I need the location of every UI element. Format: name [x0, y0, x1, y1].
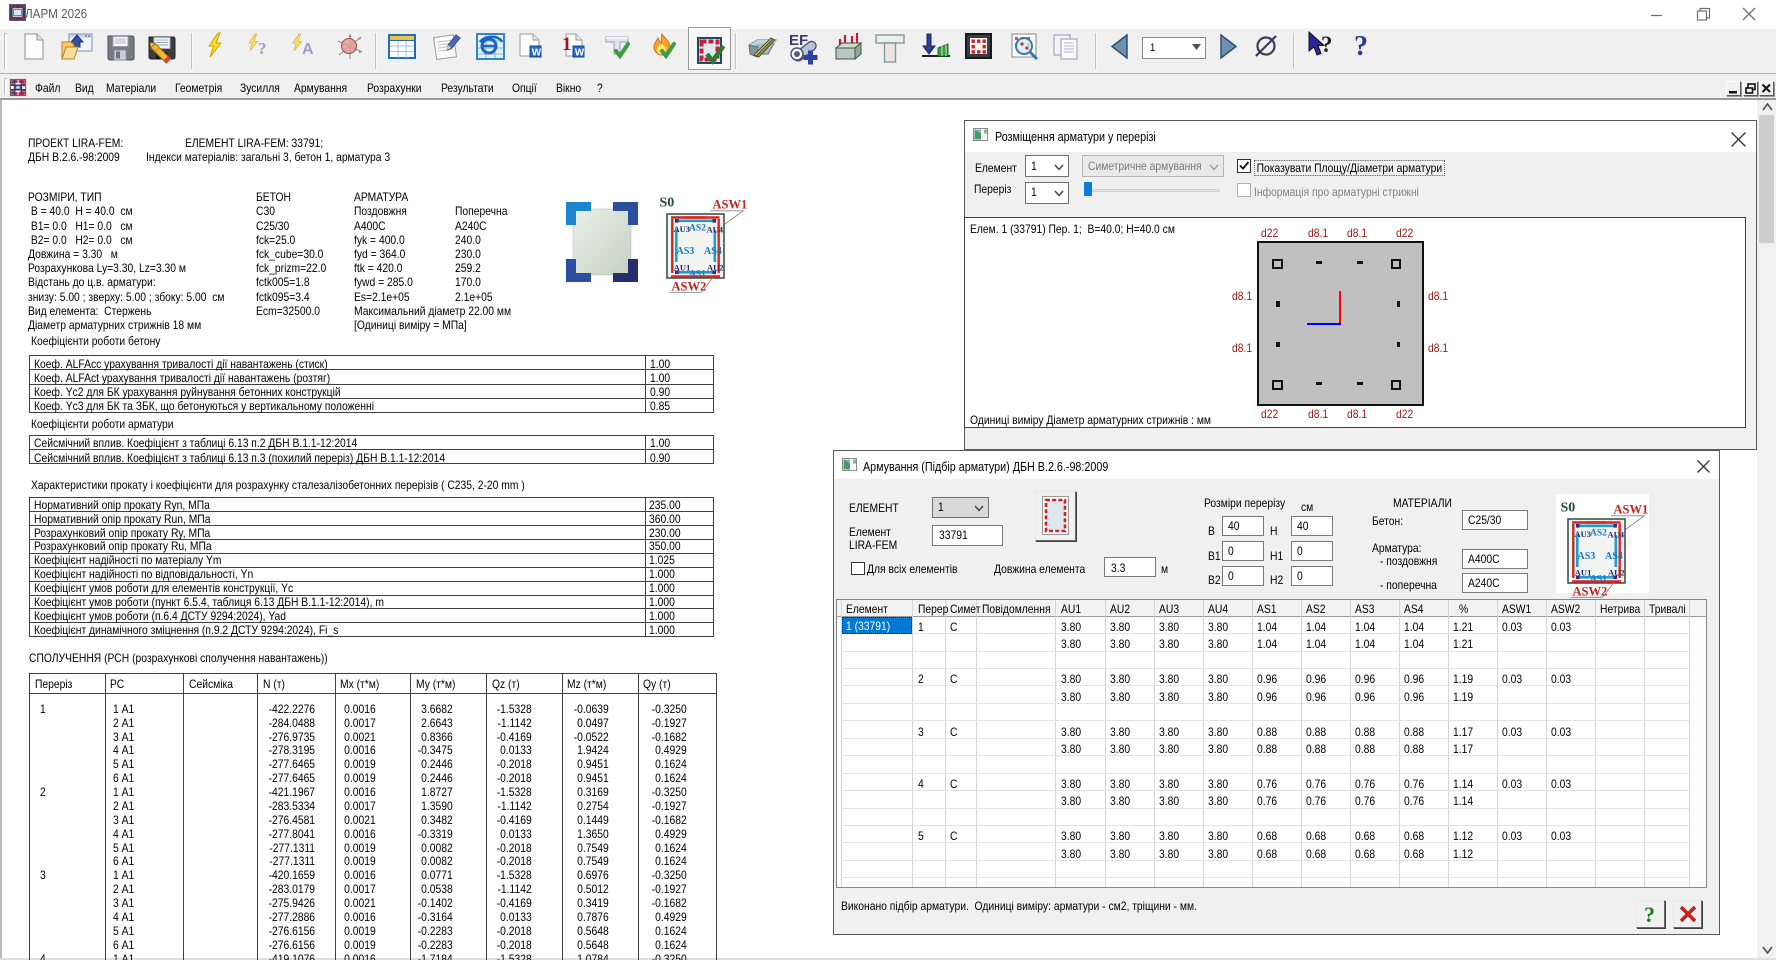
svg-text:ASW1: ASW1 [1614, 503, 1649, 517]
svg-text:W: W [575, 48, 585, 59]
svg-text:AS2: AS2 [689, 223, 706, 233]
svg-text:AU1: AU1 [674, 263, 691, 273]
svg-text:ASW1: ASW1 [713, 198, 748, 212]
svg-text:AU4: AU4 [1608, 530, 1625, 540]
svg-text:AU2: AU2 [1608, 568, 1625, 578]
svg-text:A: A [302, 41, 314, 58]
svg-text:AS4: AS4 [1605, 551, 1623, 562]
svg-text:AS3: AS3 [1578, 551, 1596, 562]
svg-text:ASW2: ASW2 [1573, 584, 1608, 598]
svg-text:AU3: AU3 [674, 224, 691, 234]
svg-text:W: W [532, 48, 542, 59]
svg-text:S0: S0 [660, 196, 675, 211]
svg-text:AU1: AU1 [1575, 568, 1592, 578]
svg-text:?: ? [1354, 31, 1368, 62]
svg-text:AS1: AS1 [689, 270, 706, 280]
svg-text:S0: S0 [1561, 501, 1576, 516]
svg-text:AU4: AU4 [707, 225, 724, 235]
svg-text:AS3: AS3 [677, 246, 695, 257]
svg-text:AU3: AU3 [1575, 529, 1592, 539]
svg-text:?: ? [1644, 902, 1655, 927]
svg-text:1: 1 [562, 34, 572, 55]
svg-text:AS4: AS4 [704, 246, 722, 257]
svg-text:AU2: AU2 [707, 263, 724, 273]
svg-text:?: ? [1321, 32, 1333, 57]
svg-text:ASW2: ASW2 [672, 279, 707, 293]
svg-text:AS1: AS1 [1590, 575, 1607, 585]
svg-text:?: ? [258, 39, 267, 58]
svg-text:AS2: AS2 [1590, 528, 1607, 538]
